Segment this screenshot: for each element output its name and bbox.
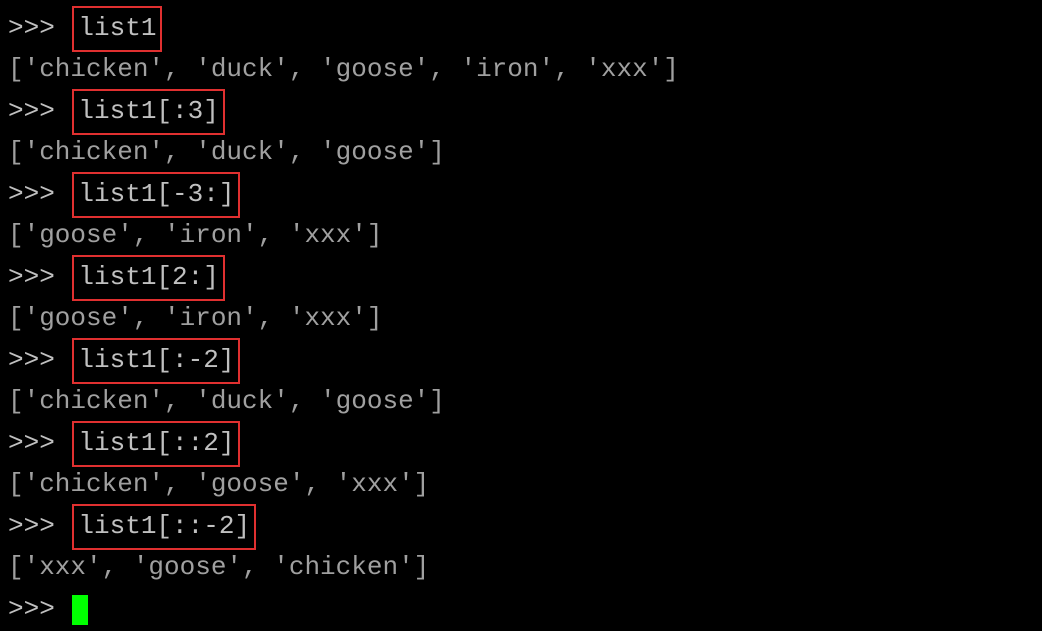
prompt-chars: >>> xyxy=(8,340,70,382)
input-line: >>> list1[:3] xyxy=(8,91,1034,133)
prompt-chars: >>> xyxy=(8,589,70,631)
output-line: ['xxx', 'goose', 'chicken'] xyxy=(8,548,1034,590)
highlighted-command: list1[:3] xyxy=(72,89,224,135)
output-line: ['chicken', 'goose', 'xxx'] xyxy=(8,465,1034,507)
cursor-line[interactable]: >>> xyxy=(8,589,1034,631)
cursor-icon xyxy=(72,595,88,625)
input-line: >>> list1[-3:] xyxy=(8,174,1034,216)
highlighted-command: list1 xyxy=(72,6,162,52)
highlighted-command: list1[2:] xyxy=(72,255,224,301)
input-line: >>> list1[::2] xyxy=(8,423,1034,465)
input-line: >>> list1[::-2] xyxy=(8,506,1034,548)
highlighted-command: list1[:-2] xyxy=(72,338,240,384)
input-line: >>> list1 xyxy=(8,8,1034,50)
output-line: ['goose', 'iron', 'xxx'] xyxy=(8,216,1034,258)
prompt-chars: >>> xyxy=(8,8,70,50)
prompt-chars: >>> xyxy=(8,506,70,548)
output-line: ['chicken', 'duck', 'goose'] xyxy=(8,133,1034,175)
prompt-chars: >>> xyxy=(8,91,70,133)
highlighted-command: list1[::-2] xyxy=(72,504,256,550)
output-line: ['chicken', 'duck', 'goose', 'iron', 'xx… xyxy=(8,50,1034,92)
input-line: >>> list1[:-2] xyxy=(8,340,1034,382)
output-line: ['chicken', 'duck', 'goose'] xyxy=(8,382,1034,424)
input-line: >>> list1[2:] xyxy=(8,257,1034,299)
output-line: ['goose', 'iron', 'xxx'] xyxy=(8,299,1034,341)
terminal-output[interactable]: >>> list1 ['chicken', 'duck', 'goose', '… xyxy=(8,8,1034,631)
prompt-chars: >>> xyxy=(8,423,70,465)
prompt-chars: >>> xyxy=(8,257,70,299)
highlighted-command: list1[::2] xyxy=(72,421,240,467)
prompt-chars: >>> xyxy=(8,174,70,216)
highlighted-command: list1[-3:] xyxy=(72,172,240,218)
